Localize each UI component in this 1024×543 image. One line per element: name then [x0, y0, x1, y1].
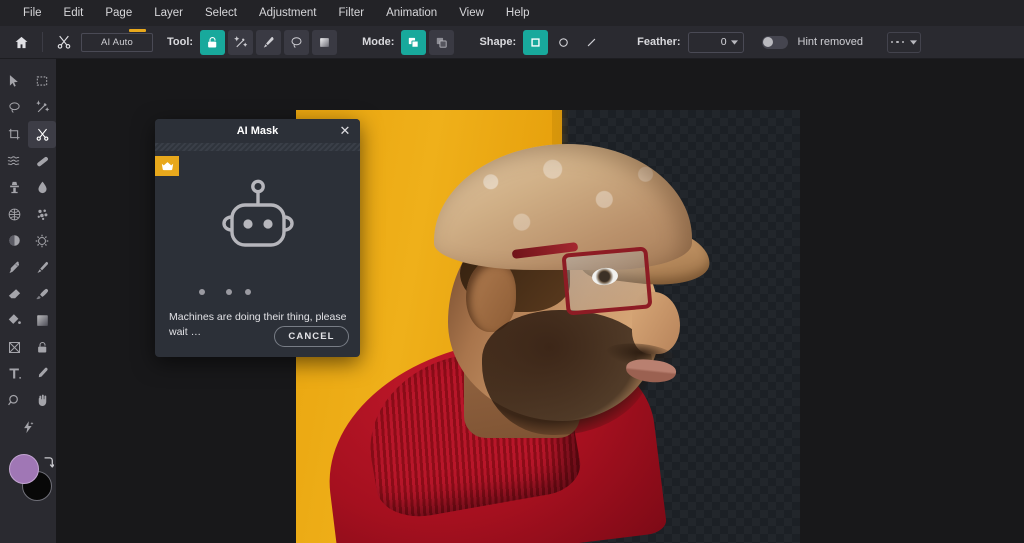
feather-input[interactable]: 0	[687, 31, 744, 53]
cancel-button-label: CANCEL	[288, 331, 335, 342]
clone-stamp-tool[interactable]	[0, 174, 28, 201]
menu-item-help[interactable]: Help	[495, 0, 541, 26]
cancel-button[interactable]: CANCEL	[274, 326, 349, 347]
menu-bar: File Edit Page Layer Select Adjustment F…	[0, 0, 1024, 26]
brush-icon[interactable]	[256, 29, 282, 55]
color-picker-tool[interactable]	[28, 361, 56, 388]
more-options-button[interactable]	[886, 31, 921, 53]
line-shape-icon[interactable]	[579, 30, 604, 55]
quick-effects-tool[interactable]	[0, 414, 56, 441]
mesh-warp-tool[interactable]	[0, 201, 28, 228]
paint-bucket-tool[interactable]	[0, 307, 28, 334]
image-canvas[interactable]	[296, 110, 800, 543]
toolbar-divider-1	[42, 32, 43, 52]
chevron-down-icon	[730, 39, 738, 45]
sharpen-tool[interactable]	[28, 228, 56, 255]
hint-removed-label: Hint removed	[797, 36, 863, 48]
cutout-lock-tool[interactable]	[28, 334, 56, 361]
loading-dot	[199, 289, 205, 295]
mode-group-label: Mode:	[362, 36, 395, 48]
menu-item-edit[interactable]: Edit	[53, 0, 95, 26]
subtract-selection-icon[interactable]	[429, 29, 455, 55]
menu-item-page[interactable]: Page	[94, 0, 143, 26]
menu-item-animation[interactable]: Animation	[375, 0, 448, 26]
tool-grid	[0, 68, 56, 414]
menu-item-layer[interactable]: Layer	[143, 0, 194, 26]
foreground-color-swatch[interactable]	[9, 453, 39, 484]
color-swatches	[0, 449, 56, 509]
magic-wand-tool[interactable]	[28, 95, 56, 122]
feather-value: 0	[720, 36, 727, 48]
text-tool[interactable]	[0, 361, 28, 388]
heal-bandage-tool[interactable]	[28, 148, 56, 175]
home-icon[interactable]	[8, 29, 34, 55]
dot	[896, 40, 899, 44]
zoom-tool[interactable]	[0, 387, 28, 414]
tool-group: Tool:	[167, 29, 340, 55]
circle-shape-icon[interactable]	[551, 30, 576, 55]
image-editor-window: File Edit Page Layer Select Adjustment F…	[0, 0, 1024, 543]
feather-label: Feather:	[637, 36, 681, 48]
feather-group: Feather: 0	[637, 31, 744, 53]
crown-icon[interactable]	[155, 156, 179, 176]
ai-auto-indicator	[129, 28, 146, 32]
lock-selection-icon[interactable]	[200, 29, 226, 55]
ai-mask-dialog: AI Mask ✕ Machines are doing their thing…	[155, 119, 360, 357]
loading-dot	[245, 289, 251, 295]
contrast-tool[interactable]	[0, 228, 28, 255]
hint-toggle-knob	[763, 37, 774, 47]
eyedropper-pen-tool[interactable]	[0, 254, 28, 281]
liquify-tool[interactable]	[0, 148, 28, 175]
square-shape-icon[interactable]	[523, 29, 549, 55]
hint-toggle[interactable]	[761, 35, 788, 49]
gradient-square-icon[interactable]	[312, 29, 338, 55]
paint-brush-tool[interactable]	[28, 254, 56, 281]
gradient-fill-tool[interactable]	[28, 307, 56, 334]
hand-pan-tool[interactable]	[28, 387, 56, 414]
tool-panel	[0, 59, 56, 543]
swap-colors-icon[interactable]	[42, 456, 55, 470]
chevron-down-icon	[910, 39, 918, 45]
tool-group-label: Tool:	[167, 36, 194, 48]
dialog-title: AI Mask	[236, 125, 279, 137]
magic-wand-icon[interactable]	[228, 29, 254, 55]
dodge-burn-tool[interactable]	[28, 201, 56, 228]
loading-dots	[199, 289, 251, 295]
menu-item-select[interactable]: Select	[194, 0, 248, 26]
ai-auto-label: AI Auto	[100, 36, 134, 48]
menu-item-file[interactable]: File	[12, 0, 53, 26]
blur-droplet-tool[interactable]	[28, 174, 56, 201]
shape-frame-tool[interactable]	[0, 334, 28, 361]
close-icon[interactable]: ✕	[337, 123, 353, 139]
tool-options-bar: AI Auto Tool: Mode: Shape: Feather: 0 Hi…	[0, 26, 1024, 59]
menu-item-adjustment[interactable]: Adjustment	[248, 0, 328, 26]
menu-item-filter[interactable]: Filter	[328, 0, 376, 26]
robot-icon	[215, 179, 301, 262]
ai-auto-button[interactable]: AI Auto	[81, 28, 153, 52]
move-tool[interactable]	[0, 68, 28, 95]
mode-group: Mode:	[362, 29, 457, 55]
shape-group: Shape:	[479, 29, 607, 55]
dialog-stripe-divider	[155, 143, 360, 151]
lasso-icon[interactable]	[284, 29, 310, 55]
shape-group-label: Shape:	[479, 36, 517, 48]
menu-item-view[interactable]: View	[448, 0, 495, 26]
eraser-tool[interactable]	[0, 281, 28, 308]
dot	[901, 40, 905, 44]
add-selection-icon[interactable]	[401, 29, 427, 55]
loading-dot	[226, 289, 232, 295]
marquee-select-tool[interactable]	[28, 68, 56, 95]
crop-tool[interactable]	[0, 121, 28, 148]
scissors-cutout-tool[interactable]	[28, 121, 56, 148]
dot	[890, 40, 894, 44]
lasso-tool[interactable]	[0, 95, 28, 122]
art-brush-tool[interactable]	[28, 281, 56, 308]
dialog-title-bar: AI Mask ✕	[155, 119, 360, 143]
dialog-body: Machines are doing their thing, please w…	[155, 151, 360, 357]
scissors-icon[interactable]	[51, 29, 77, 55]
artwork-subject	[296, 110, 800, 543]
